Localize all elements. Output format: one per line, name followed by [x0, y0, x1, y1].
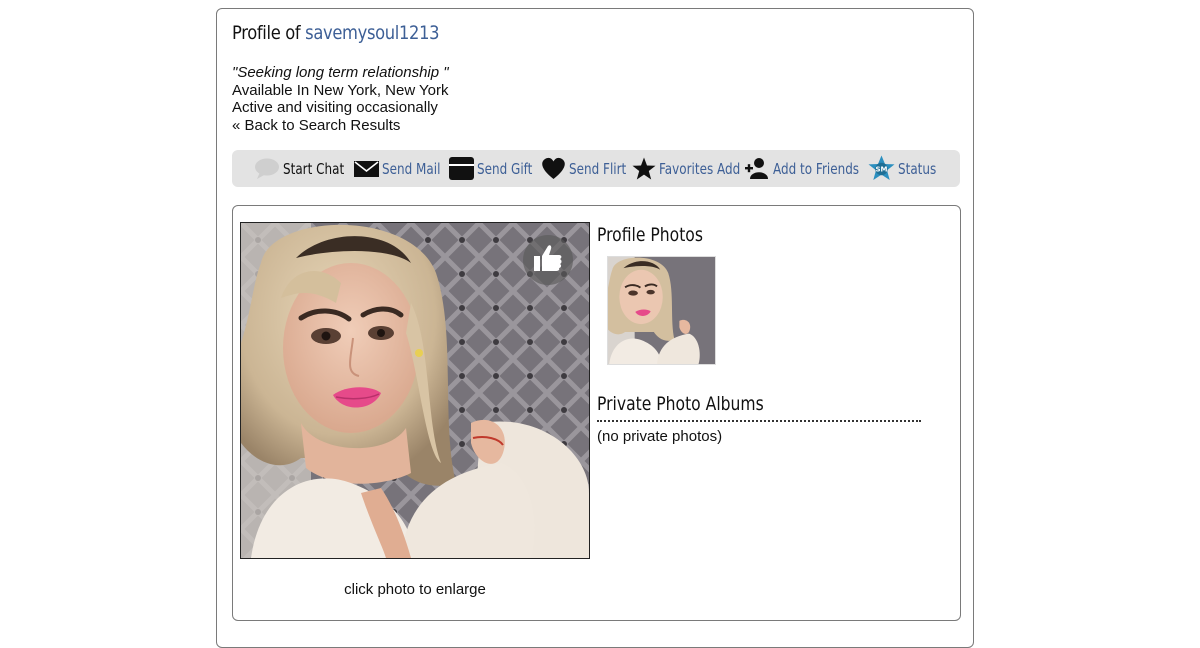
main-profile-photo[interactable]	[240, 222, 590, 559]
thumbs-up-icon	[533, 243, 563, 278]
chat-bubble-icon	[254, 157, 280, 181]
photo-panel: click photo to enlarge Profile Photos Pr…	[232, 205, 961, 621]
star-icon	[632, 157, 656, 181]
title-prefix: Profile of	[232, 22, 301, 44]
page-title: Profile of savemysoul1213	[232, 22, 440, 44]
status-label: Status	[898, 159, 937, 178]
private-albums-heading: Private Photo Albums	[597, 393, 764, 415]
gift-box-icon	[449, 156, 474, 181]
add-to-friends-label: Add to Friends	[773, 159, 860, 178]
profile-location: Available In New York, New York	[232, 81, 449, 99]
svg-text:SM: SM	[875, 166, 887, 174]
section-divider	[597, 420, 921, 422]
start-chat-label: Start Chat	[283, 159, 345, 178]
send-gift-label: Send Gift	[477, 159, 533, 178]
thumbnail-image	[608, 257, 715, 364]
profile-info: "Seeking long term relationship " Availa…	[232, 64, 449, 134]
no-private-photos-text: (no private photos)	[597, 428, 723, 445]
send-gift-button[interactable]: Send Gift	[449, 150, 546, 187]
back-to-search-link[interactable]: « Back to Search Results	[232, 117, 400, 134]
send-flirt-label: Send Flirt	[569, 159, 627, 178]
profile-activity: Active and visiting occasionally	[232, 99, 438, 116]
sm-star-badge-icon: SM	[868, 155, 895, 182]
action-bar: Start Chat Send Mail Send Gift Send Flir…	[232, 150, 960, 187]
favorites-add-button[interactable]: Favorites Add	[632, 150, 761, 187]
profile-photos-heading: Profile Photos	[597, 224, 703, 246]
status-button[interactable]: SM Status	[868, 150, 946, 187]
envelope-icon	[354, 160, 379, 178]
profile-tagline: "Seeking long term relationship "	[232, 64, 449, 81]
heart-icon	[541, 157, 566, 180]
start-chat-button[interactable]: Start Chat	[254, 150, 359, 187]
profile-photo-thumbnail[interactable]	[607, 256, 716, 365]
send-mail-label: Send Mail	[382, 159, 441, 178]
add-friend-icon	[745, 157, 770, 181]
enlarge-caption: click photo to enlarge	[344, 581, 486, 598]
send-flirt-button[interactable]: Send Flirt	[541, 150, 641, 187]
send-mail-button[interactable]: Send Mail	[354, 150, 455, 187]
favorites-add-label: Favorites Add	[659, 159, 741, 178]
add-to-friends-button[interactable]: Add to Friends	[745, 150, 881, 187]
profile-card: Profile of savemysoul1213 "Seeking long …	[216, 8, 974, 648]
like-photo-button[interactable]	[523, 235, 573, 285]
profile-username[interactable]: savemysoul1213	[305, 22, 439, 44]
